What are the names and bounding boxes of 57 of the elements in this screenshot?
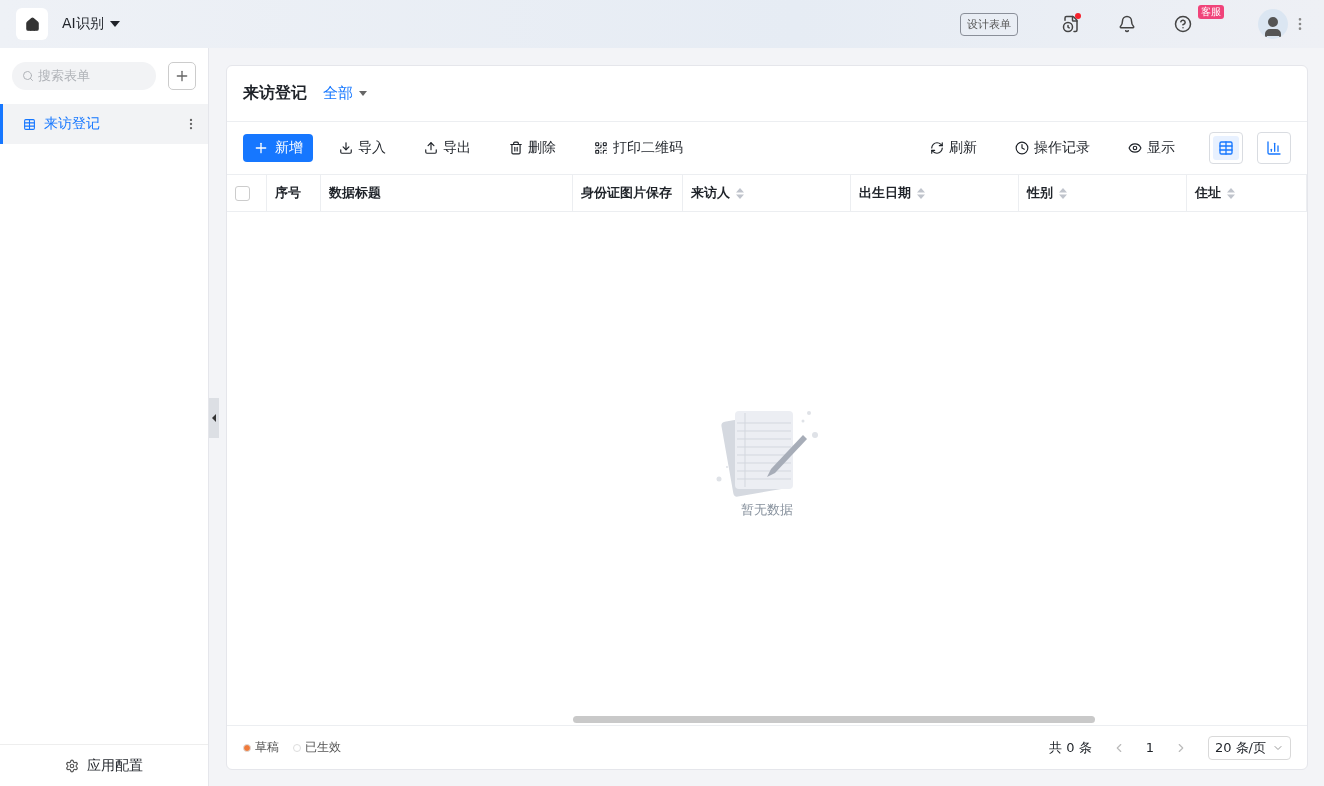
legend-label: 草稿 — [255, 739, 279, 756]
column-header[interactable]: 来访人 — [691, 184, 730, 202]
page-size-select[interactable]: 20 条/页 — [1207, 735, 1291, 760]
eye-icon — [1128, 141, 1142, 155]
app-switcher[interactable]: AI识别 — [62, 15, 120, 33]
sort-icon[interactable] — [1227, 187, 1235, 199]
sidebar-item[interactable]: 来访登记 — [0, 104, 208, 144]
gear-icon — [65, 758, 79, 773]
plus-icon — [253, 140, 269, 156]
clock-icon — [1015, 141, 1029, 155]
legend-label: 已生效 — [305, 739, 341, 756]
chart-view-button[interactable] — [1257, 132, 1291, 164]
plus-icon — [174, 68, 190, 84]
avatar[interactable] — [1258, 9, 1288, 39]
column-header[interactable]: 身份证图片保存 — [581, 184, 672, 202]
refresh-button[interactable]: 刷新 — [922, 135, 985, 161]
column-header[interactable]: 性别 — [1027, 184, 1053, 202]
home-icon — [24, 16, 40, 32]
table-view-button[interactable] — [1209, 132, 1243, 164]
chart-icon — [1266, 140, 1282, 156]
column-header[interactable]: 序号 — [275, 184, 301, 202]
column-header[interactable]: 住址 — [1195, 184, 1221, 202]
import-icon — [339, 141, 353, 155]
column-header[interactable]: 数据标题 — [329, 184, 381, 202]
sort-icon[interactable] — [1059, 187, 1067, 199]
scrollbar[interactable] — [573, 715, 1095, 723]
service-badge: 客服 — [1198, 5, 1224, 19]
export-icon — [424, 141, 438, 155]
design-form-button[interactable]: 设计表单 — [960, 12, 1018, 36]
column-header[interactable]: 出生日期 — [859, 184, 911, 202]
caret-icon — [212, 413, 216, 422]
qrcode-button[interactable]: 打印二维码 — [586, 135, 691, 161]
add-button[interactable] — [168, 62, 196, 90]
total-count: 共 0 条 — [1049, 738, 1092, 757]
sort-icon[interactable] — [917, 187, 925, 199]
qrcode-icon — [594, 141, 608, 155]
delete-icon — [509, 141, 523, 155]
page-button[interactable]: 1 — [1139, 740, 1160, 755]
filter-dropdown[interactable]: 全部 — [323, 84, 367, 103]
display-button[interactable]: 显示 — [1120, 135, 1183, 161]
collapse-handle[interactable] — [209, 397, 219, 438]
caret-icon — [359, 91, 367, 96]
empty-text: 暂无数据 — [741, 500, 793, 519]
form-icon — [23, 117, 36, 131]
home-button[interactable] — [16, 8, 48, 40]
page-title: 来访登记 — [243, 83, 307, 104]
import-button[interactable]: 导入 — [331, 135, 394, 161]
add-button[interactable]: 新增 — [243, 134, 313, 162]
refresh-icon — [930, 141, 944, 155]
delete-button[interactable]: 删除 — [501, 135, 564, 161]
sort-icon[interactable] — [736, 187, 744, 199]
select-all-checkbox[interactable] — [235, 185, 250, 201]
export-button[interactable]: 导出 — [416, 135, 479, 161]
history-button[interactable]: 操作记录 — [1007, 135, 1098, 161]
table-icon — [1218, 140, 1234, 156]
search-icon — [22, 70, 34, 82]
caret-icon — [109, 21, 120, 27]
